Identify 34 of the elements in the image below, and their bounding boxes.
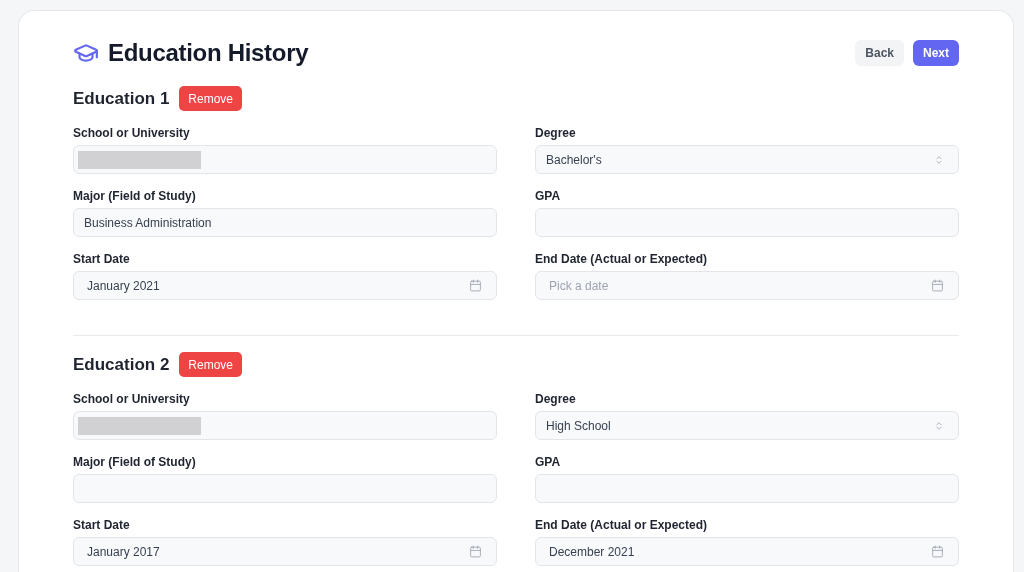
input-field[interactable] bbox=[73, 474, 497, 503]
field-label: School or University bbox=[73, 391, 191, 407]
section-heading: Education 1 bbox=[73, 88, 170, 109]
back-button[interactable]: Back bbox=[855, 40, 904, 66]
select-field[interactable]: Bachelor's bbox=[535, 145, 959, 174]
field-label: Major (Field of Study) bbox=[73, 188, 197, 204]
select-field[interactable]: High School bbox=[535, 411, 959, 440]
input-field[interactable] bbox=[535, 208, 959, 237]
field-label: GPA bbox=[535, 454, 562, 470]
field-label: Start Date bbox=[73, 251, 131, 267]
calendar-icon bbox=[469, 279, 482, 292]
remove-button[interactable]: Remove bbox=[179, 86, 243, 111]
field-label: End Date (Actual or Expected) bbox=[535, 251, 709, 267]
section-heading: Education 2 bbox=[73, 354, 170, 375]
chevrons-up-down-icon bbox=[934, 154, 944, 165]
next-button[interactable]: Next bbox=[913, 40, 959, 66]
field-label: GPA bbox=[535, 188, 562, 204]
field-label: Major (Field of Study) bbox=[73, 454, 197, 470]
input-field[interactable]: Business Administration bbox=[73, 208, 497, 237]
calendar-icon bbox=[931, 545, 944, 558]
field-label: End Date (Actual or Expected) bbox=[535, 517, 709, 533]
remove-button[interactable]: Remove bbox=[179, 352, 243, 377]
date-picker[interactable]: January 2021 bbox=[73, 271, 497, 300]
calendar-icon bbox=[469, 545, 482, 558]
page-title: Education History bbox=[108, 39, 309, 67]
field-label: School or University bbox=[73, 125, 191, 141]
field-label: Degree bbox=[535, 391, 577, 407]
input-field[interactable] bbox=[535, 474, 959, 503]
field-label: Start Date bbox=[73, 517, 131, 533]
date-picker[interactable]: December 2021 bbox=[535, 537, 959, 566]
chevrons-up-down-icon bbox=[934, 420, 944, 431]
date-picker[interactable]: January 2017 bbox=[73, 537, 497, 566]
calendar-icon bbox=[931, 279, 944, 292]
field-label: Degree bbox=[535, 125, 577, 141]
